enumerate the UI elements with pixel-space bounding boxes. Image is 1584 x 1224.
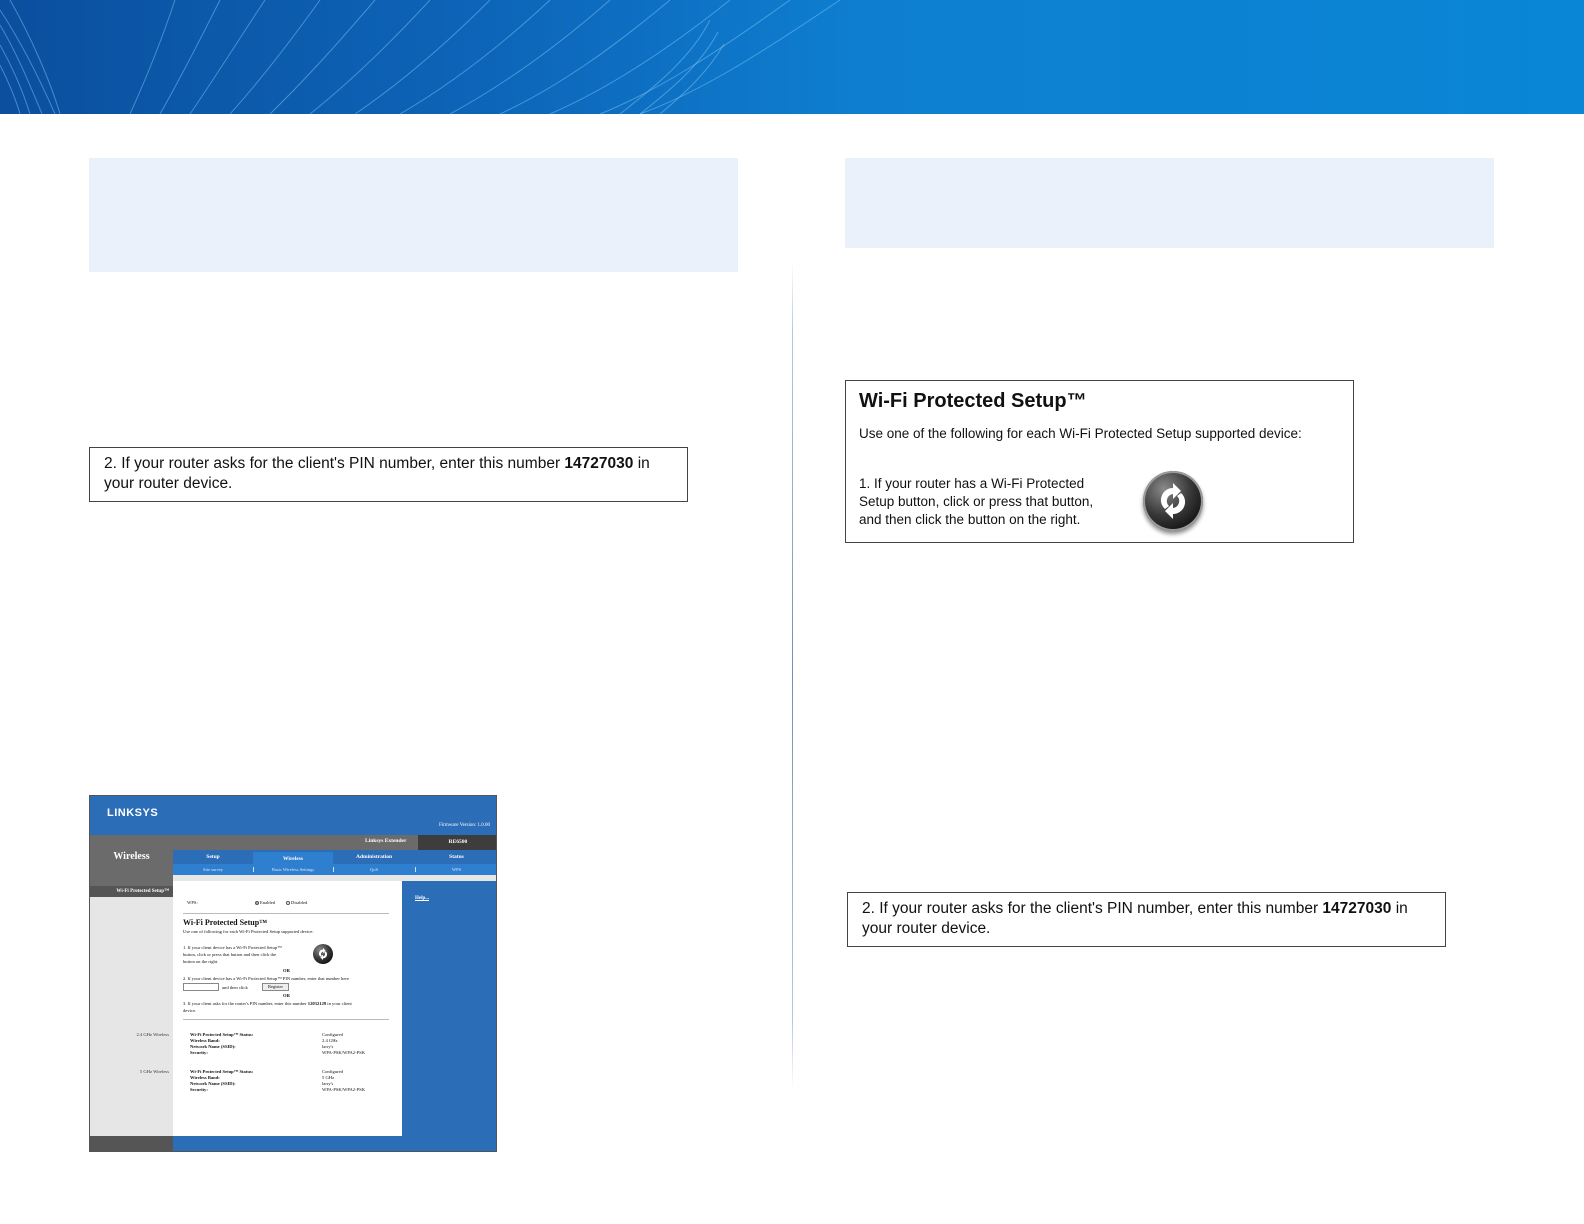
wps-disabled-option[interactable]: Disabled [286,900,307,906]
wps-intro: Use one of the following for each Wi-Fi … [859,426,1302,441]
pin-text-prefix: 2. If your router asks for the client's … [104,455,565,472]
enabled-label: Enabled [260,900,276,905]
wps-title: Wi-Fi Protected Setup™ [859,390,1087,412]
band24-label-security: Security: [190,1050,208,1055]
main-tabs: Setup Wireless Administration Status [173,850,496,865]
register-button[interactable]: Register [262,983,289,991]
left-heading-shade [89,158,738,272]
linksys-logo: LINKSYS [107,807,159,819]
column-divider [792,262,793,1090]
model-name: RE6500 [418,835,496,850]
step3-suffix: in your client [326,1001,352,1006]
client-pin-input[interactable] [183,983,219,991]
shot-step3: 3. If your client asks for the router's … [183,1001,352,1007]
radio-disabled[interactable] [286,900,290,905]
step3-prefix: 3. If your client asks for the router's … [183,1001,308,1006]
section-title: Wireless [113,851,150,862]
help-column [402,881,496,1151]
subtab-site-survey[interactable]: Site survey [173,864,253,875]
tab-status[interactable]: Status [415,850,496,864]
firmware-version: Firmware Version: 1.0.00 [438,823,490,828]
disabled-label: Disabled [291,900,308,905]
divider-line [183,913,389,914]
wps-step1: 1. If your router has a Wi-Fi Protected … [859,476,1094,527]
pin-number: 14727030 [564,455,634,472]
pin-number: 14727030 [1322,900,1392,917]
tab-administration[interactable]: Administration [333,850,415,864]
band24-value-security: WPA-PSK/WPA2-PSK [322,1050,366,1055]
wps-excerpt-box: Wi-Fi Protected Setup™ Use one of the fo… [845,380,1354,543]
right-pin-callout: 2. If your router asks for the client's … [847,892,1446,947]
shot-step2: 2. If your client device has a Wi-Fi Pro… [183,976,349,981]
radio-enabled[interactable] [255,900,259,905]
sub-tabs: Site survey Basic Wireless Settings QoS … [173,864,496,875]
band5-value-security: WPA-PSK/WPA2-PSK [322,1087,366,1092]
wps-button-icon[interactable] [1143,471,1203,531]
shot-step1-line1: 1. If your client device has a Wi-Fi Pro… [183,945,282,950]
linksys-wps-screenshot: LINKSYS Firmware Version: 1.0.00 Wireles… [89,795,497,1152]
mini-wps-button-icon[interactable] [313,944,333,964]
shot-step1-line2: button, click or press that button and t… [183,952,277,957]
band24-side-label: 2.4 GHz Wireless [136,1032,169,1037]
help-link[interactable]: Help... [415,896,429,901]
nav-item-wps[interactable]: Wi-Fi Protected Setup™ [90,886,173,897]
subtab-basic-wireless[interactable]: Basic Wireless Settings [253,864,333,875]
shot-or-2: OR [283,993,290,998]
wps-arrows-icon [1160,483,1186,519]
router-pin: 12032129 [307,1001,327,1006]
shot-heading: Wi-Fi Protected Setup™ [183,918,268,927]
and-then-click: and then click [222,985,248,990]
shot-intro: Use one of following for each Wi-Fi Prot… [183,929,314,934]
banner-wave-graphic [0,0,841,114]
band5-label-security: Security: [190,1087,208,1092]
wps-enabled-option[interactable]: Enabled [255,900,275,906]
tab-setup[interactable]: Setup [173,850,253,864]
subtab-wps[interactable]: WPS [415,864,496,875]
shot-step3-line2: device. [183,1008,197,1013]
product-name: Linksys Extender [365,838,407,844]
right-heading-shade [845,158,1494,248]
footer-left [90,1136,173,1151]
shot-step1-line3: button on the right. [183,959,219,964]
divider-line [183,1019,389,1020]
wps-label: WPS: [187,900,198,905]
mini-wps-arrows-icon [318,948,328,960]
shot-or-1: OR [283,968,290,973]
pin-text-prefix: 2. If your router asks for the client's … [862,900,1323,917]
subtab-qos[interactable]: QoS [333,864,415,875]
band5-side-label: 5 GHz Wireless [139,1069,169,1074]
left-pin-callout: 2. If your router asks for the client's … [89,447,688,502]
header-banner [0,0,1584,114]
